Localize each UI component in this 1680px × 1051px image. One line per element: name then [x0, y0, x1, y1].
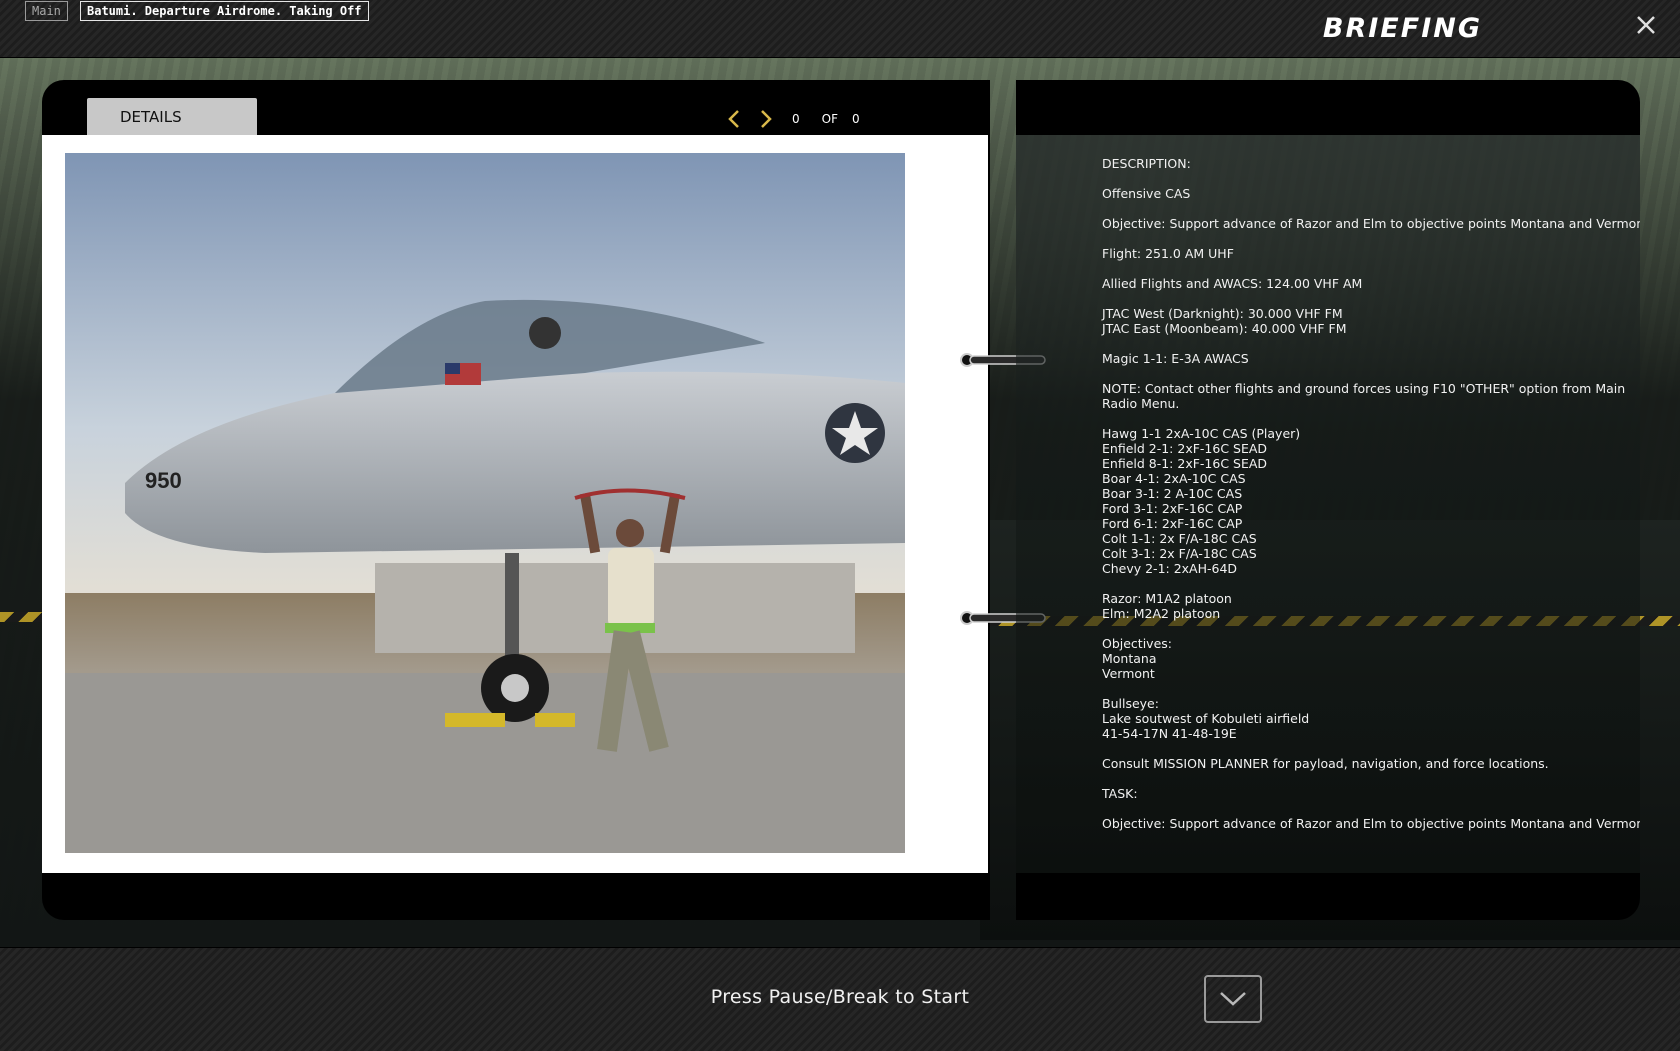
briefing-gap	[1102, 171, 1632, 186]
briefing-gap	[1102, 411, 1632, 426]
briefing-header	[1016, 80, 1640, 135]
briefing-gap	[1102, 366, 1632, 381]
briefing-line: Chevy 2-1: 2xAH-64D	[1102, 561, 1238, 576]
briefing-panel: DESCRIPTION: Offensive CAS Objective: Supp…	[1016, 80, 1640, 920]
prev-button[interactable]	[722, 107, 746, 131]
briefing-line: Radio Menu.	[1102, 396, 1180, 411]
start-button[interactable]	[1204, 975, 1262, 1023]
briefing-gap	[1102, 201, 1632, 216]
briefing-line: Montana	[1102, 651, 1157, 666]
image-pager: 0 OF 0	[722, 107, 860, 131]
top-bar: Main Batumi. Departure Airdrome. Taking …	[0, 0, 1680, 58]
briefing-line: Objectives:	[1102, 636, 1172, 651]
briefing-line: Allied Flights and AWACS: 124.00 VHF AM	[1102, 276, 1363, 291]
briefing-line: Boar 3-1: 2 A-10C CAS	[1102, 486, 1243, 501]
briefing-line: TASK:	[1102, 786, 1138, 801]
aircraft-photo: 950	[65, 153, 905, 853]
next-button[interactable]	[754, 107, 778, 131]
chevron-right-icon	[761, 110, 772, 128]
tab-details[interactable]: DETAILS	[87, 98, 257, 135]
close-icon	[1637, 16, 1655, 34]
briefing-line: Colt 1-1: 2x F/A-18C CAS	[1102, 531, 1257, 546]
briefing-gap	[1102, 231, 1632, 246]
checkmark-icon	[1220, 992, 1246, 1006]
briefing-footer	[1016, 873, 1640, 920]
details-panel: DETAILS 0 OF 0 950	[42, 80, 990, 920]
briefing-gap	[1102, 576, 1632, 591]
briefing-gap	[1102, 291, 1632, 306]
pager-total: 0	[852, 112, 860, 126]
briefing-gap	[1102, 741, 1632, 756]
briefing-line: Elm: M2A2 platoon	[1102, 606, 1221, 621]
briefing-line: Enfield 8-1: 2xF-16C SEAD	[1102, 456, 1268, 471]
briefing-line: Bullseye:	[1102, 696, 1159, 711]
briefing-line: Magic 1-1: E-3A AWACS	[1102, 351, 1249, 366]
start-instruction: Press Pause/Break to Start	[710, 986, 970, 1008]
briefing-line: Enfield 2-1: 2xF-16C SEAD	[1102, 441, 1268, 456]
briefing-gap	[1102, 771, 1632, 786]
close-button[interactable]	[1634, 14, 1658, 40]
briefing-line: Razor: M1A2 platoon	[1102, 591, 1232, 606]
briefing-line: Vermont	[1102, 666, 1155, 681]
briefing-line: Ford 3-1: 2xF-16C CAP	[1102, 501, 1243, 516]
briefing-gap	[1102, 261, 1632, 276]
briefing-line: Colt 3-1: 2x F/A-18C CAS	[1102, 546, 1257, 561]
briefing-line: Ford 6-1: 2xF-16C CAP	[1102, 516, 1243, 531]
hazard-strip-left	[0, 612, 45, 622]
briefing-line: Hawg 1-1 2xA-10C CAS (Player)	[1102, 426, 1301, 441]
briefing-line: Flight: 251.0 AM UHF	[1102, 246, 1234, 261]
briefing-line: Boar 4-1: 2xA-10C CAS	[1102, 471, 1246, 486]
main-tag[interactable]: Main	[25, 1, 68, 21]
briefing-text: DESCRIPTION: Offensive CAS Objective: Supp…	[1102, 156, 1640, 831]
briefing-gap	[1102, 681, 1632, 696]
briefing-gap	[1102, 621, 1632, 636]
briefing-line: Consult MISSION PLANNER for payload, nav…	[1102, 756, 1549, 771]
pager-current: 0	[792, 112, 800, 126]
page-title: BRIEFING	[1322, 13, 1482, 44]
briefing-line: Offensive CAS	[1102, 186, 1191, 201]
briefing-line: JTAC East (Moonbeam): 40.000 VHF FM	[1102, 321, 1347, 336]
briefing-line: Lake soutwest of Kobuleti airfield	[1102, 711, 1310, 726]
briefing-line: JTAC West (Darknight): 30.000 VHF FM	[1102, 306, 1343, 321]
briefing-gap	[1102, 336, 1632, 351]
briefing-line: 41-54-17N 41-48-19E	[1102, 726, 1237, 741]
briefing-line: Objective: Support advance of Razor and …	[1102, 816, 1640, 831]
bottom-bar: Press Pause/Break to Start	[0, 947, 1680, 1051]
pager-of-label: OF	[821, 112, 838, 126]
mission-name: Batumi. Departure Airdrome. Taking Off	[80, 1, 369, 21]
briefing-line: DESCRIPTION:	[1102, 156, 1191, 171]
svg-text:950: 950	[145, 468, 182, 493]
briefing-line: Objective: Support advance of Razor and …	[1102, 216, 1640, 231]
image-frame: 950	[42, 135, 988, 873]
chevron-left-icon	[728, 110, 739, 128]
briefing-line: NOTE: Contact other flights and ground f…	[1102, 381, 1626, 396]
briefing-gap	[1102, 801, 1632, 816]
